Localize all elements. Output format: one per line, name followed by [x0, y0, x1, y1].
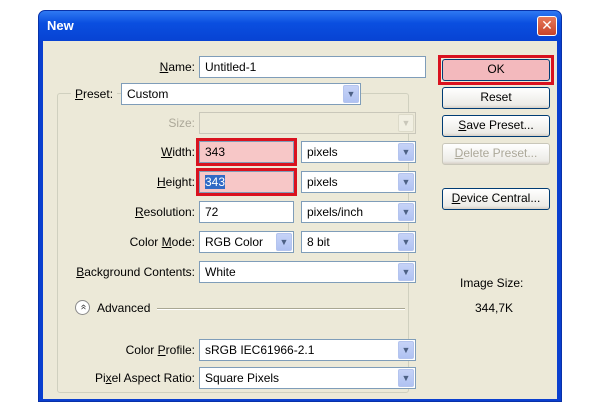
- image-size-value: 344,7K: [475, 301, 514, 315]
- height-unit-value: pixels: [307, 175, 338, 189]
- chevron-down-icon: ▼: [398, 233, 414, 251]
- chevron-down-icon: ▼: [398, 341, 414, 359]
- close-icon: ✕: [541, 17, 553, 33]
- preset-label: Preset:: [71, 87, 118, 101]
- height-highlight: [196, 168, 297, 196]
- resolution-unit-select[interactable]: pixels/inch ▼: [301, 201, 416, 223]
- resolution-value: 72: [205, 205, 219, 219]
- preset-value: Custom: [127, 87, 169, 101]
- width-unit-select[interactable]: pixels ▼: [301, 141, 416, 163]
- pixel-aspect-ratio-select[interactable]: Square Pixels ▼: [199, 367, 416, 389]
- name-label: Name:: [159, 60, 195, 74]
- advanced-divider: [157, 308, 405, 310]
- pixel-aspect-ratio-value: Square Pixels: [205, 371, 280, 385]
- width-highlight: [196, 138, 297, 166]
- chevron-down-icon: ▼: [398, 143, 414, 161]
- dialog-title: New: [47, 18, 74, 33]
- dialog-body: Name: Untitled-1 Preset: Custom ▼ Size: …: [43, 41, 557, 399]
- chevron-down-icon: ▼: [398, 263, 414, 281]
- chevron-down-icon: ▼: [343, 85, 359, 103]
- new-document-dialog: New ✕ Name: Untitled-1 Preset: Custom ▼ …: [38, 10, 562, 402]
- bit-depth-value: 8 bit: [307, 235, 330, 249]
- background-contents-value: White: [205, 265, 236, 279]
- resolution-field[interactable]: 72: [199, 201, 294, 223]
- chevron-down-icon: ▼: [276, 233, 292, 251]
- chevron-down-icon: ▼: [398, 114, 414, 132]
- collapse-double-chevron-icon: «: [77, 304, 89, 310]
- background-contents-label: Background Contents:: [76, 265, 195, 279]
- color-profile-label: Color Profile:: [125, 343, 195, 357]
- color-mode-value: RGB Color: [205, 235, 264, 249]
- chevron-down-icon: ▼: [398, 203, 414, 221]
- advanced-label: Advanced: [97, 301, 151, 315]
- size-select: ▼: [199, 112, 416, 134]
- title-bar[interactable]: New ✕: [39, 11, 561, 41]
- close-button[interactable]: ✕: [537, 16, 557, 36]
- reset-button[interactable]: Reset: [442, 87, 550, 109]
- save-preset-button[interactable]: Save Preset...: [442, 115, 550, 137]
- width-unit-value: pixels: [307, 145, 338, 159]
- delete-preset-button: Delete Preset...: [442, 143, 550, 165]
- resolution-unit-value: pixels/inch: [307, 205, 364, 219]
- device-central-button[interactable]: Device Central...: [442, 188, 550, 210]
- chevron-down-icon: ▼: [398, 369, 414, 387]
- height-label: Height:: [156, 175, 195, 189]
- size-label: Size:: [168, 116, 195, 130]
- color-mode-label: Color Mode:: [129, 235, 195, 249]
- resolution-label: Resolution:: [134, 205, 195, 219]
- color-mode-select[interactable]: RGB Color ▼: [199, 231, 294, 253]
- height-unit-select[interactable]: pixels ▼: [301, 171, 416, 193]
- pixel-aspect-ratio-label: Pixel Aspect Ratio:: [94, 371, 195, 385]
- advanced-toggle-button[interactable]: «: [75, 300, 90, 315]
- preset-select[interactable]: Custom ▼: [121, 83, 361, 105]
- color-profile-select[interactable]: sRGB IEC61966-2.1 ▼: [199, 339, 416, 361]
- color-profile-value: sRGB IEC61966-2.1: [205, 343, 315, 357]
- chevron-down-icon: ▼: [398, 173, 414, 191]
- image-size-label: Image Size:: [460, 276, 524, 290]
- name-field[interactable]: Untitled-1: [199, 56, 426, 78]
- bit-depth-select[interactable]: 8 bit ▼: [301, 231, 416, 253]
- ok-highlight: [438, 55, 554, 85]
- name-value: Untitled-1: [205, 60, 257, 74]
- background-contents-select[interactable]: White ▼: [199, 261, 416, 283]
- width-label: Width:: [160, 145, 195, 159]
